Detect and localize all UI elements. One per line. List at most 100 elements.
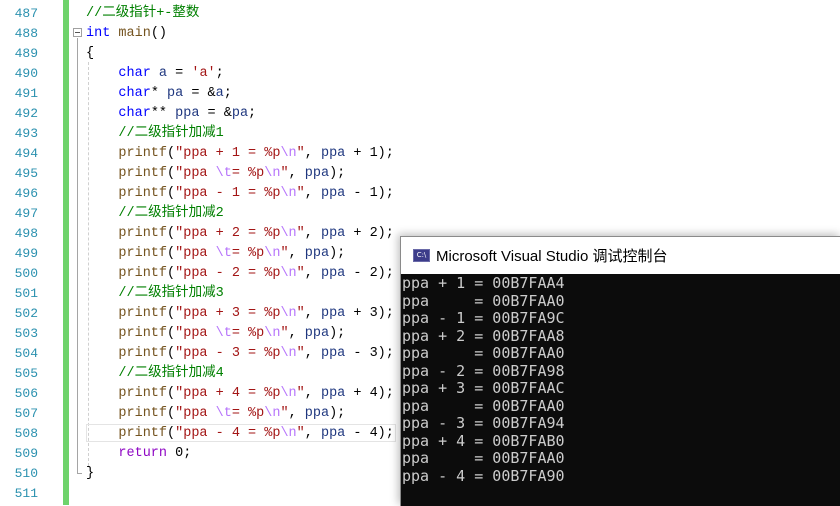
line-number: 511 [14,486,38,501]
code-line[interactable]: //二级指针加减4 [86,364,223,384]
code-token: , [288,246,305,261]
code-token: printf [118,146,168,161]
code-line[interactable]: //二级指针加减3 [86,284,223,304]
line-number: 506 [14,386,38,401]
code-line[interactable]: printf("ppa + 2 = %p\n", ppa + 2); [86,224,394,244]
code-line[interactable]: printf("ppa \t= %p\n", ppa); [86,244,345,264]
code-token: " [296,426,305,441]
code-token: printf [118,226,168,241]
code-line[interactable]: printf("ppa + 1 = %p\n", ppa + 1); [86,144,393,164]
code-token: "ppa + 1 = %p [175,146,281,161]
code-token: \n [264,326,281,341]
code-token: = [167,66,192,81]
code-token: , [304,386,321,401]
console-app-icon: C:\ [413,249,430,262]
code-token: ( [167,386,176,401]
code-token: ; [223,86,232,101]
code-token: ppa [304,246,330,261]
code-token: " [296,226,305,241]
code-token: ppa [320,226,346,241]
code-token: printf [118,306,168,321]
code-line[interactable]: printf("ppa - 2 = %p\n", ppa - 2); [86,264,393,284]
console-output-line: ppa = 00B7FAA0 [402,291,565,310]
code-line[interactable]: } [86,464,94,484]
console-output-line: ppa - 2 = 00B7FA98 [402,361,565,380]
line-number: 509 [14,446,38,461]
console-output-line: ppa + 3 = 00B7FAAC [402,379,565,397]
code-token: int [86,26,111,41]
code-line[interactable]: printf("ppa + 3 = %p\n", ppa + 3); [86,304,393,324]
code-token: \n [264,406,281,421]
code-token: ; [215,66,224,81]
code-line[interactable]: char** ppa = &pa; [86,104,256,124]
code-line[interactable]: { [86,44,94,64]
code-token: ); [329,246,346,261]
collapse-icon[interactable] [73,28,82,37]
code-token: ( [167,186,176,201]
code-line[interactable]: return 0; [86,444,191,464]
code-line[interactable]: //二级指针加减2 [86,204,223,224]
debug-console-window[interactable]: C:\ Microsoft Visual Studio 调试控制台 ppa + … [400,236,840,506]
code-line[interactable]: //二级指针+-整数 [86,4,199,24]
change-tracking-bar [63,0,69,505]
code-line[interactable]: char* pa = &a; [86,84,232,104]
code-token: "ppa [175,246,216,261]
console-output-line: ppa - 1 = 00B7FA9C [402,309,565,327]
code-token: ); [329,406,346,421]
line-number: 497 [14,206,38,221]
code-line[interactable]: printf("ppa \t= %p\n", ppa); [86,324,345,344]
code-token: pa [167,86,184,101]
code-token: , [304,346,321,361]
code-token: ; [248,106,257,121]
line-number: 490 [14,66,38,81]
line-number: 487 [14,6,38,21]
code-token: * [150,86,168,101]
code-token: ppa [320,346,346,361]
code-line[interactable]: printf("ppa \t= %p\n", ppa); [86,164,345,184]
code-line[interactable]: //二级指针加减1 [86,124,223,144]
code-token: ppa [175,106,200,121]
console-title-bar[interactable]: C:\ Microsoft Visual Studio 调试控制台 [401,237,840,274]
code-token: ppa [320,146,346,161]
code-token: char [118,106,151,121]
code-token: printf [118,426,168,441]
code-line[interactable]: printf("ppa + 4 = %p\n", ppa + 4); [86,384,393,404]
code-token: - 3); [345,346,394,361]
code-token: printf [118,346,168,361]
code-token: ( [167,226,176,241]
code-token: \t [215,406,232,421]
code-token: ppa [320,306,346,321]
code-token: \t [215,246,232,261]
code-token: \n [280,266,297,281]
code-token: "ppa - 2 = %p [175,266,281,281]
code-line[interactable]: printf("ppa - 4 = %p\n", ppa - 4); [86,424,394,444]
code-token: } [86,466,95,481]
code-line[interactable]: printf("ppa - 3 = %p\n", ppa - 3); [86,344,394,364]
code-token: " [296,306,305,321]
code-token: "ppa + 4 = %p [175,386,281,401]
line-number: 510 [14,466,38,481]
code-token: + 2); [345,226,394,241]
code-token: - 4); [345,426,394,441]
line-number-gutter: 487 488 489 490 491 492 493 494 495 496 497 498 499 5… [0,0,62,505]
code-line[interactable]: printf("ppa - 1 = %p\n", ppa - 1); [86,184,393,204]
code-token: ppa [304,326,330,341]
code-token: , [304,306,321,321]
code-line[interactable]: int main() [86,24,167,44]
code-token: ( [167,306,176,321]
line-number: 496 [14,186,38,201]
code-line[interactable]: char a = 'a'; [86,64,224,84]
code-token: "ppa - 3 = %p [175,346,281,361]
code-line[interactable]: printf("ppa \t= %p\n", ppa); [86,404,345,424]
code-token: ppa [304,166,330,181]
code-token: a [215,86,224,101]
